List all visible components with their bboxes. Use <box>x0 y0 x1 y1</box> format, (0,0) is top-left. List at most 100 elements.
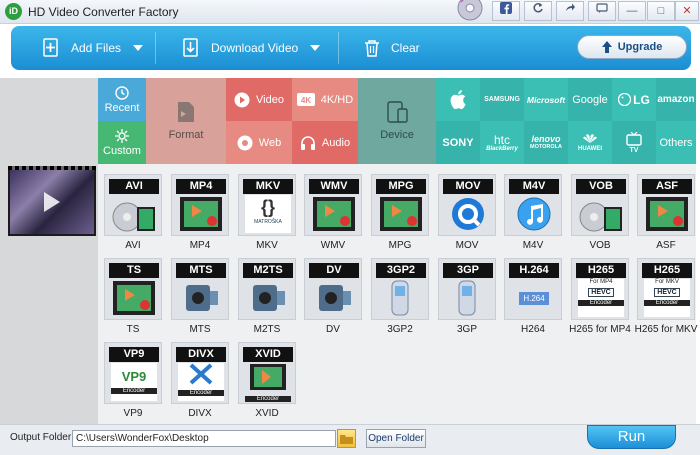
tab-4k-hd[interactable]: 4K 4K/HD <box>292 78 358 121</box>
output-bar: Output Folder: C:\Users\WonderFox\Deskto… <box>0 424 700 455</box>
format-3gp2[interactable]: 3GP2 3GP2 <box>368 258 432 335</box>
format-card: M2TS <box>238 258 296 320</box>
toolbar-divider <box>338 32 339 64</box>
format-name: 3GP2 <box>387 324 413 335</box>
tab-video[interactable]: Video <box>226 78 292 121</box>
facebook-icon[interactable] <box>492 1 520 21</box>
format-mov[interactable]: MOV MOV <box>435 174 499 251</box>
format-card: H.264 H.264 <box>504 258 562 320</box>
format-m4v[interactable]: M4V M4V <box>501 174 565 251</box>
format-dv[interactable]: DV DV <box>301 258 365 335</box>
format-mp4[interactable]: MP4 MP4 <box>168 174 232 251</box>
file-list-panel[interactable] <box>0 78 98 424</box>
format-ts[interactable]: TS TS <box>101 258 165 335</box>
format-wmv[interactable]: WMV WMV <box>301 174 365 251</box>
brand-huawei[interactable]: HUAWEI <box>568 121 612 164</box>
format-mpg[interactable]: MPG MPG <box>368 174 432 251</box>
format-name: MTS <box>189 324 211 335</box>
format-vp9[interactable]: VP9 VP9 Encoder VP9 <box>101 342 165 419</box>
folder-icon[interactable] <box>337 429 356 448</box>
close-button[interactable]: ✕ <box>675 1 699 21</box>
format-3gp[interactable]: 3GP 3GP <box>435 258 499 335</box>
filmstrip-edge <box>8 166 96 170</box>
format-card: XVID Encoder <box>238 342 296 404</box>
gear-icon <box>115 128 129 143</box>
format-tag: DIVX <box>176 347 226 362</box>
chevron-down-icon[interactable] <box>310 45 321 51</box>
format-tag: VP9 <box>109 347 159 362</box>
format-avi[interactable]: AVI AVI <box>101 174 165 251</box>
brand-amazon[interactable]: amazon <box>656 78 696 121</box>
play-icon <box>44 192 60 212</box>
add-files-button[interactable]: Add Files <box>41 26 144 70</box>
brand-others[interactable]: Others <box>656 121 696 164</box>
format-mkv[interactable]: MKV {} MATROŠKA MKV <box>235 174 299 251</box>
format-card: 3GP2 <box>371 258 429 320</box>
brand-apple[interactable] <box>436 78 480 121</box>
refresh-icon[interactable] <box>524 1 552 21</box>
label-text: Encoder <box>111 388 157 394</box>
clear-button[interactable]: Clear <box>361 26 420 70</box>
huawei-logo-icon <box>583 134 597 143</box>
open-folder-button[interactable]: Open Folder <box>366 429 426 448</box>
format-name: MPG <box>388 240 412 251</box>
format-name: VP9 <box>123 408 143 419</box>
tab-device[interactable]: Device <box>358 78 436 164</box>
format-divx[interactable]: DIVX Encoder DIVX <box>168 342 232 419</box>
format-tag: H265 <box>576 263 626 278</box>
brand-microsoft-label: Microsoft <box>526 94 566 105</box>
brand-sony-label: SONY <box>442 136 474 149</box>
format-card: MTS <box>171 258 229 320</box>
tab-custom[interactable]: Custom <box>98 121 146 164</box>
format-card: TS <box>104 258 162 320</box>
label-text: Encoder <box>644 300 690 306</box>
minimize-button[interactable]: — <box>618 1 646 21</box>
format-h265-mp4[interactable]: H265 For MP4 HEVC Encoder H265 for MP4 <box>568 258 632 335</box>
maximize-button[interactable]: □ <box>647 1 675 21</box>
brand-lenovo[interactable]: lenovo MOTOROLA <box>524 121 568 164</box>
quicktime-icon <box>452 198 484 230</box>
brand-tv[interactable]: TV <box>612 121 656 164</box>
format-card: 3GP <box>438 258 496 320</box>
format-tag: XVID <box>243 347 293 362</box>
brand-samsung[interactable]: SAMSUNG <box>480 78 524 121</box>
format-vob[interactable]: VOB VOB <box>568 174 632 251</box>
format-m2ts[interactable]: M2TS M2TS <box>235 258 299 335</box>
tab-web[interactable]: Web <box>226 121 292 164</box>
category-bar: Recent Custom Format Video 4K 4K/HD Web … <box>98 78 696 164</box>
format-card: M4V <box>504 174 562 236</box>
tab-web-label: Web <box>258 136 282 149</box>
tab-audio[interactable]: Audio <box>292 121 358 164</box>
format-xvid[interactable]: XVID Encoder XVID <box>235 342 299 419</box>
upgrade-button[interactable]: Upgrade <box>577 35 687 59</box>
play-circle-icon <box>234 92 250 107</box>
format-name: M2TS <box>253 324 281 335</box>
brand-sony[interactable]: SONY <box>436 121 480 164</box>
tab-recent[interactable]: Recent <box>98 78 146 121</box>
brand-htc[interactable]: htc BlackBerry <box>480 121 524 164</box>
output-folder-field[interactable]: C:\Users\WonderFox\Desktop <box>72 430 336 447</box>
phone-icon <box>458 280 476 316</box>
label-text: MATROŠKA <box>254 219 282 225</box>
brand-htc-label: htc <box>493 132 510 147</box>
label-text: H.264 <box>519 291 549 305</box>
tab-format[interactable]: Format <box>146 78 226 164</box>
format-h265-mkv[interactable]: H265 For MKV HEVC Encoder H265 for MKV <box>634 258 698 335</box>
download-video-button[interactable]: Download Video <box>181 26 321 70</box>
brand-lg[interactable]: LG <box>612 78 656 121</box>
brand-blackberry-label: BlackBerry <box>486 145 518 152</box>
format-tag: 3GP2 <box>376 263 426 278</box>
brand-google[interactable]: Google <box>568 78 612 121</box>
format-asf[interactable]: ASF ASF <box>634 174 698 251</box>
format-mts[interactable]: MTS MTS <box>168 258 232 335</box>
brand-motorola-label: MOTOROLA <box>530 144 562 151</box>
share-icon[interactable] <box>556 1 584 21</box>
feedback-icon[interactable] <box>588 1 616 21</box>
format-tag: ASF <box>642 179 692 194</box>
chevron-down-icon[interactable] <box>133 45 144 51</box>
run-button[interactable]: Run <box>587 425 676 449</box>
brand-microsoft[interactable]: Microsoft <box>524 78 568 121</box>
format-h264[interactable]: H.264 H.264 H264 <box>501 258 565 335</box>
main-toolbar: Add Files Download Video Clear Upgrade <box>11 26 691 70</box>
video-thumbnail[interactable] <box>8 166 96 236</box>
